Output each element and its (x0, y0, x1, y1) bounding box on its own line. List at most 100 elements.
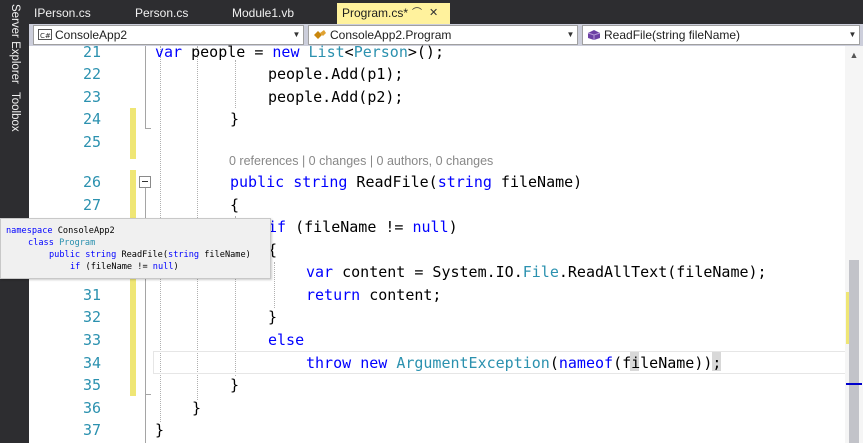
line-number: 32 (82, 308, 101, 326)
code-keyword: var (155, 43, 183, 61)
code-line[interactable]: } (192, 397, 201, 420)
scope-line: class Program (28, 237, 95, 249)
code-keyword: throw (306, 354, 352, 372)
code-text: fileName) (199, 250, 251, 260)
code-type: Person (353, 43, 408, 61)
code-keyword: public (230, 173, 285, 191)
line-number: 24 (82, 110, 101, 128)
code-type: File (522, 263, 559, 281)
outline-end-tick (145, 128, 151, 129)
outline-line (145, 394, 146, 443)
vertical-scrollbar[interactable]: ▲ (845, 46, 863, 443)
line-number: 22 (82, 65, 101, 83)
line-number: 27 (82, 196, 101, 214)
line-number: 37 (82, 421, 101, 439)
code-line[interactable]: } (268, 306, 277, 329)
visual-studio-window: Server Explorer Toolbox IPerson.cs Perso… (0, 0, 863, 443)
code-keyword: else (268, 331, 305, 349)
indent-guide (235, 60, 236, 108)
code-text: } (155, 421, 165, 439)
code-text: people.Add(p1); (268, 65, 404, 83)
code-line[interactable]: people.Add(p2); (268, 86, 403, 109)
code-text: content; (360, 286, 442, 304)
line-number: 31 (82, 286, 101, 304)
line-number: 25 (82, 133, 101, 151)
code-text: } (230, 110, 240, 128)
code-line[interactable]: else (268, 329, 304, 352)
line-number: 23 (82, 88, 101, 106)
code-line[interactable]: if (fileName != null) (268, 216, 458, 239)
code-text: >(); (407, 43, 444, 61)
code-text: ReadFile( (116, 250, 169, 260)
code-text: ReadFile( (347, 173, 438, 191)
code-keyword: string (168, 250, 200, 260)
code-keyword: null (152, 262, 174, 272)
code-keyword: return (306, 286, 361, 304)
code-keyword: var (306, 263, 334, 281)
code-text: } (192, 399, 202, 417)
code-keyword: string (293, 173, 348, 191)
code-keyword: nameof (558, 354, 614, 372)
code-line[interactable]: { (230, 194, 239, 217)
code-line[interactable]: } (230, 108, 239, 131)
code-text: ConsoleApp2 (52, 226, 115, 236)
code-keyword: if (70, 262, 81, 272)
code-text: ( (549, 354, 559, 372)
line-number: 36 (82, 399, 101, 417)
code-keyword: new (272, 43, 300, 61)
scope-line: public string ReadFile(string fileName) (49, 249, 251, 261)
code-line[interactable]: } (230, 374, 239, 397)
code-keyword: string (437, 173, 492, 191)
code-text: ) (173, 262, 179, 272)
code-line[interactable]: throw new ArgumentException(nameof(fileN… (306, 352, 721, 375)
code-text: fileName) (491, 173, 583, 191)
code-type: ArgumentException (396, 354, 550, 372)
code-text: (fileName != (286, 218, 413, 236)
code-text: } (230, 376, 240, 394)
change-bar (130, 170, 136, 396)
code-text: people.Add(p2); (268, 88, 404, 106)
scope-line: namespace ConsoleApp2 (6, 225, 115, 237)
code-keyword: new (360, 354, 388, 372)
code-keyword: namespace (6, 226, 53, 236)
code-type: Program (59, 238, 96, 248)
code-text: people = (182, 43, 273, 61)
change-bar (130, 108, 136, 159)
code-text: { (230, 196, 240, 214)
line-number: 35 (82, 376, 101, 394)
code-text: (fileName)); (613, 354, 722, 372)
line-number: 34 (82, 354, 101, 372)
code-keyword: class (28, 238, 54, 248)
code-line[interactable]: return content; (306, 284, 441, 307)
code-text: content = System.IO. (333, 263, 523, 281)
codelens-indicator[interactable]: 0 references | 0 changes | 0 authors, 0 … (229, 153, 493, 170)
scope-tooltip: namespace ConsoleApp2 class Program public… (0, 218, 271, 279)
code-text: (fileName != (80, 262, 153, 272)
code-text: ) (448, 218, 458, 236)
code-keyword: null (412, 218, 449, 236)
code-type: List (308, 43, 345, 61)
line-number: 33 (82, 331, 101, 349)
indent-guide (274, 262, 275, 308)
code-keyword: public (49, 250, 81, 260)
code-line[interactable]: people.Add(p1); (268, 63, 403, 86)
line-number: 21 (82, 43, 101, 61)
code-line[interactable]: } (155, 419, 164, 442)
code-text: < (344, 43, 354, 61)
code-line[interactable]: public string ReadFile(string fileName) (230, 171, 582, 194)
line-number: 26 (82, 173, 101, 191)
code-text: } (268, 308, 278, 326)
code-line[interactable]: var people = new List<Person>(); (155, 41, 444, 64)
scroll-thumb[interactable] (849, 260, 859, 443)
scroll-up-icon[interactable]: ▲ (845, 46, 863, 64)
code-line[interactable]: var content = System.IO.File.ReadAllText… (306, 261, 767, 284)
code-keyword: string (85, 250, 117, 260)
code-text: .ReadAllText(fileName); (558, 263, 767, 281)
collapse-toggle[interactable] (139, 176, 151, 188)
caret-position-marker (846, 383, 862, 385)
scope-line: if (fileName != null) (70, 261, 179, 273)
